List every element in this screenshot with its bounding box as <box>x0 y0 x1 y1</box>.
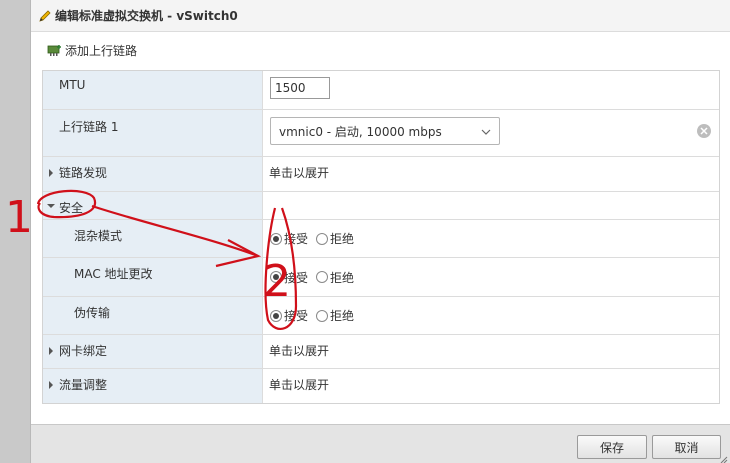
security-label: 安全 <box>59 201 84 215</box>
promiscuous-mode-label: 混杂模式 <box>74 229 123 243</box>
promiscuous-accept-radio[interactable] <box>270 232 282 245</box>
close-icon <box>700 127 708 135</box>
mac-address-changes-label: MAC 地址更改 <box>74 267 153 281</box>
row-nic-teaming[interactable]: 网卡绑定 单击以展开 <box>43 335 719 369</box>
row-uplink: 上行链路 1 vmnic0 - 启动, 10000 mbps <box>43 110 719 157</box>
forged-transmits-label: 伪传输 <box>74 306 111 320</box>
mac-change-reject-radio[interactable] <box>316 271 329 283</box>
uplink-select[interactable]: vmnic0 - 启动, 10000 mbps <box>270 117 500 145</box>
vswitch-properties-table: MTU 上行链路 1 vmnic0 - 启动, 10000 mbps 链路发现 … <box>42 70 720 404</box>
collapse-arrow-icon[interactable] <box>47 204 55 208</box>
mac-address-changes-options: 接受 拒绝 <box>270 258 362 296</box>
promiscuous-accept-label[interactable]: 接受 <box>284 230 308 247</box>
forged-accept-radio[interactable] <box>270 309 282 322</box>
forged-transmits-options: 接受 拒绝 <box>270 297 362 334</box>
save-button[interactable]: 保存 <box>577 435 647 459</box>
resize-grip-icon[interactable] <box>720 453 728 463</box>
add-uplink-button[interactable]: 添加上行链路 <box>31 32 730 68</box>
edit-vswitch-dialog: 编辑标准虚拟交换机 - vSwitch0 添加上行链路 MTU 上行链路 1 v… <box>30 0 730 463</box>
promiscuous-mode-options: 接受 拒绝 <box>270 220 362 257</box>
traffic-shaping-label: 流量调整 <box>59 378 108 392</box>
mtu-input[interactable] <box>270 77 330 99</box>
mac-change-reject-label[interactable]: 拒绝 <box>330 269 354 286</box>
nic-teaming-value: 单击以展开 <box>269 344 330 358</box>
forged-reject-label[interactable]: 拒绝 <box>330 307 354 324</box>
add-uplink-label: 添加上行链路 <box>65 43 138 58</box>
nic-teaming-label: 网卡绑定 <box>59 344 108 358</box>
mtu-label: MTU <box>59 78 86 92</box>
mac-change-accept-label[interactable]: 接受 <box>284 269 308 286</box>
dialog-footer: 保存 取消 <box>31 424 730 463</box>
expand-arrow-icon[interactable] <box>49 347 53 355</box>
row-traffic-shaping[interactable]: 流量调整 单击以展开 <box>43 369 719 403</box>
expand-arrow-icon[interactable] <box>49 381 53 389</box>
cancel-button[interactable]: 取消 <box>652 435 721 459</box>
remove-uplink-button[interactable] <box>697 124 711 138</box>
promiscuous-reject-radio[interactable] <box>316 232 329 245</box>
background-left-strip <box>0 0 30 463</box>
row-security[interactable]: 安全 <box>43 192 719 220</box>
dialog-titlebar: 编辑标准虚拟交换机 - vSwitch0 <box>31 0 730 32</box>
promiscuous-reject-label[interactable]: 拒绝 <box>330 230 354 247</box>
row-link-discovery[interactable]: 链路发现 单击以展开 <box>43 157 719 192</box>
dialog-title: 编辑标准虚拟交换机 - vSwitch0 <box>55 9 238 23</box>
uplink-label: 上行链路 1 <box>59 120 119 134</box>
forged-reject-radio[interactable] <box>316 309 329 322</box>
mac-change-accept-radio[interactable] <box>270 271 282 283</box>
traffic-shaping-value: 单击以展开 <box>269 378 330 392</box>
forged-accept-label[interactable]: 接受 <box>284 307 308 324</box>
uplink-select-value: vmnic0 - 启动, 10000 mbps <box>279 124 442 139</box>
link-discovery-label: 链路发现 <box>59 166 108 180</box>
row-mtu: MTU <box>43 71 719 110</box>
expand-arrow-icon[interactable] <box>49 169 53 177</box>
row-mac-address-changes: MAC 地址更改 接受 拒绝 <box>43 258 719 297</box>
pencil-icon <box>38 9 52 23</box>
add-network-adapter-icon <box>47 44 62 57</box>
link-discovery-value: 单击以展开 <box>269 166 330 180</box>
row-forged-transmits: 伪传输 接受 拒绝 <box>43 297 719 335</box>
row-promiscuous-mode: 混杂模式 接受 拒绝 <box>43 220 719 258</box>
chevron-down-icon <box>481 126 491 136</box>
